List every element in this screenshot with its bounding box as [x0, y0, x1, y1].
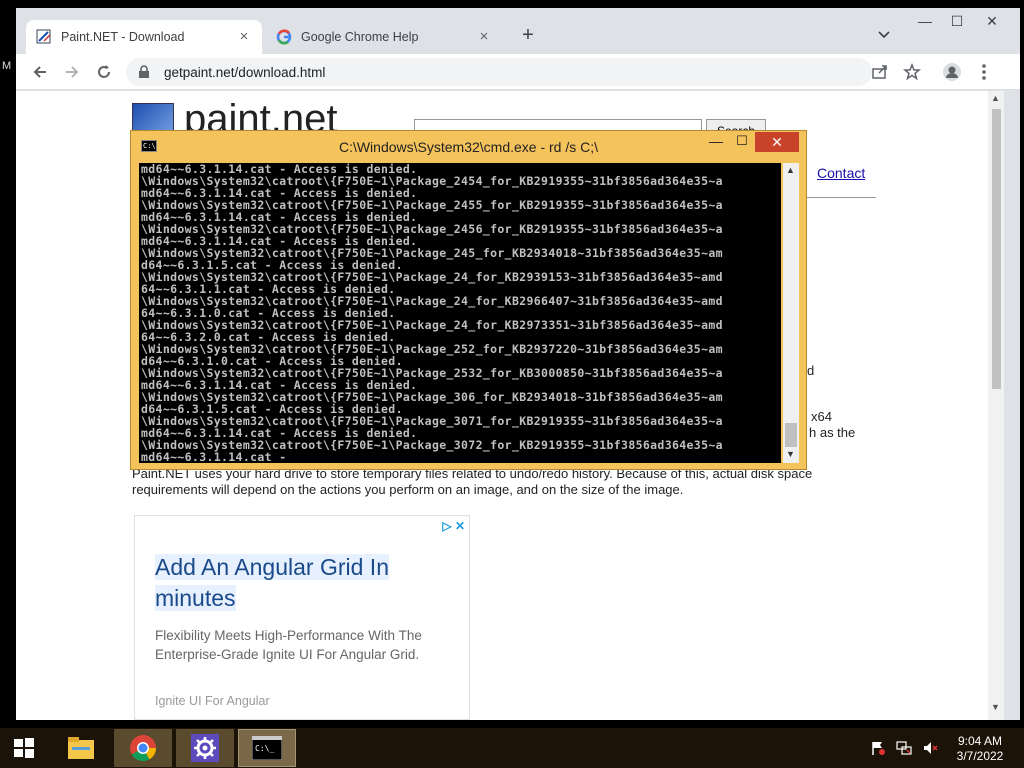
cmd-window[interactable]: C:\ C:\Windows\System32\cmd.exe - rd /s …: [130, 130, 807, 470]
share-icon[interactable]: [868, 60, 892, 84]
tab-close-icon[interactable]: ×: [236, 29, 252, 45]
new-tab-button[interactable]: +: [516, 24, 540, 48]
advertisement[interactable]: ▷ ✕ Add An Angular Grid In minutes Flexi…: [134, 515, 470, 720]
lock-icon[interactable]: [138, 65, 152, 79]
taskbar: C:\_ 9:04 AM 3/7/2022: [0, 728, 1024, 768]
ad-title-text[interactable]: Add An Angular Grid In minutes: [155, 554, 389, 611]
tab-search-chevron-icon[interactable]: [876, 26, 894, 44]
action-center-flag-icon[interactable]: [870, 740, 886, 756]
taskbar-clock[interactable]: 9:04 AM 3/7/2022: [950, 734, 1010, 764]
system-tray: [870, 740, 938, 756]
network-icon[interactable]: [896, 740, 912, 756]
chrome-taskbar-icon[interactable]: [114, 729, 172, 767]
text-fragment: h as the: [809, 425, 856, 440]
cmd-scroll-down-arrow-icon[interactable]: ▼: [786, 449, 795, 459]
browser-toolbar: getpaint.net/download.html: [16, 54, 1020, 90]
page-scrollbar[interactable]: ▲ ▼: [988, 91, 1004, 720]
console-line: md64~~6.3.1.14.cat -: [141, 450, 287, 463]
file-explorer-icon[interactable]: [52, 729, 110, 767]
scrollbar-thumb[interactable]: [992, 109, 1001, 389]
text-fragment: d: [807, 363, 815, 378]
desktop-edge-text: M: [2, 60, 12, 72]
cmd-taskbar-icon[interactable]: C:\_: [238, 729, 296, 767]
cmd-titlebar[interactable]: C:\ C:\Windows\System32\cmd.exe - rd /s …: [131, 131, 806, 161]
cmd-scrollbar[interactable]: ▲ ▼: [783, 163, 799, 463]
window-maximize-button[interactable]: ☐: [941, 8, 973, 34]
scroll-up-arrow-icon[interactable]: ▲: [991, 93, 1000, 103]
cmd-scrollbar-thumb[interactable]: [785, 423, 797, 447]
reload-icon[interactable]: [92, 60, 116, 84]
cmd-maximize-button[interactable]: ☐: [729, 133, 755, 155]
google-favicon-icon: [276, 29, 292, 45]
kebab-menu-icon[interactable]: [972, 60, 996, 84]
cmd-minimize-button[interactable]: —: [703, 133, 729, 155]
tab-google-chrome-help[interactable]: Google Chrome Help ×: [266, 20, 502, 54]
profile-avatar-icon[interactable]: [940, 60, 964, 84]
bookmark-star-icon[interactable]: [900, 60, 924, 84]
disk-requirements-paragraph: Paint.NET uses your hard drive to store …: [132, 466, 813, 497]
clock-time: 9:04 AM: [957, 734, 1003, 748]
tab-paintnet-download[interactable]: Paint.NET - Download ×: [26, 20, 262, 54]
window-close-button[interactable]: ✕: [976, 8, 1008, 34]
tab-close-icon[interactable]: ×: [476, 29, 492, 45]
clock-date: 3/7/2022: [956, 749, 1004, 763]
contact-link[interactable]: Contact: [817, 165, 865, 181]
adchoices-icon[interactable]: ▷ ✕: [442, 519, 465, 533]
windows-start-icon[interactable]: [0, 729, 48, 767]
window-minimize-button[interactable]: —: [909, 8, 941, 34]
tab-title: Paint.NET - Download: [61, 30, 185, 44]
back-arrow-icon[interactable]: [28, 60, 52, 84]
cmd-taskbar-icon-text: C:\_: [255, 744, 274, 753]
scroll-down-arrow-icon[interactable]: ▼: [991, 702, 1000, 712]
tab-strip: Paint.NET - Download × Google Chrome Hel…: [16, 8, 1020, 54]
cmd-console-output[interactable]: md64~~6.3.1.14.cat - Access is denied. \W…: [139, 163, 781, 463]
cmd-close-button[interactable]: ✕: [755, 132, 799, 152]
address-bar[interactable]: getpaint.net/download.html: [126, 58, 872, 86]
paintnet-favicon-icon: [36, 29, 52, 45]
cmd-scroll-up-arrow-icon[interactable]: ▲: [786, 165, 795, 175]
tab-title: Google Chrome Help: [301, 30, 419, 44]
url-text[interactable]: getpaint.net/download.html: [164, 65, 325, 80]
forward-arrow-icon[interactable]: [60, 60, 84, 84]
text-fragment: x64: [811, 409, 832, 424]
ad-title[interactable]: Add An Angular Grid In minutes: [155, 552, 455, 614]
settings-gear-icon[interactable]: [176, 729, 234, 767]
volume-muted-icon[interactable]: [922, 740, 938, 756]
ad-body: Flexibility Meets High-Performance With …: [155, 628, 422, 662]
ad-footer: Ignite UI For Angular: [155, 694, 270, 708]
